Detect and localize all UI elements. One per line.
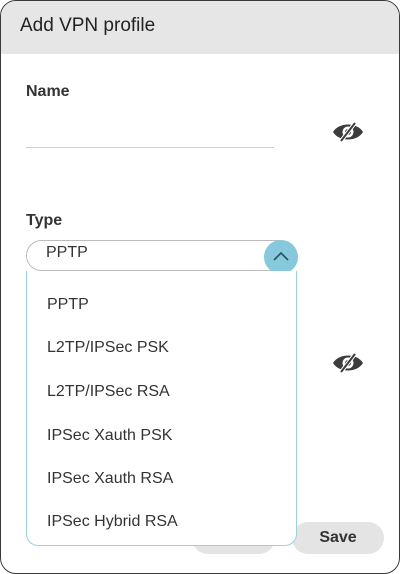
type-selected-value: PPTP xyxy=(46,244,88,261)
dropdown-option-l2tp-ipsec-rsa[interactable]: L2TP/IPSec RSA xyxy=(47,383,170,401)
save-button[interactable]: Save xyxy=(292,522,384,554)
add-vpn-profile-dialog: Add VPN profile Name Type Save PPTP PPTP… xyxy=(0,0,400,574)
type-dropdown-list: PPTP L2TP/IPSec PSK L2TP/IPSec RSA IPSec… xyxy=(26,271,297,546)
name-input[interactable] xyxy=(26,119,274,148)
type-select[interactable]: PPTP xyxy=(26,240,296,271)
dropdown-option-l2tp-ipsec-psk[interactable]: L2TP/IPSec PSK xyxy=(47,339,169,357)
dropdown-option-ipsec-hybrid-rsa[interactable]: IPSec Hybrid RSA xyxy=(47,513,178,531)
dropdown-option-ipsec-xauth-rsa[interactable]: IPSec Xauth RSA xyxy=(47,470,173,488)
dropdown-option-pptp[interactable]: PPTP xyxy=(47,296,89,314)
name-label: Name xyxy=(26,83,70,100)
chevron-up-icon xyxy=(273,251,289,261)
dialog-header: Add VPN profile xyxy=(1,1,399,54)
eye-slash-icon[interactable] xyxy=(331,120,365,144)
dropdown-toggle-button[interactable] xyxy=(264,240,298,274)
type-label: Type xyxy=(26,212,63,229)
dialog-title: Add VPN profile xyxy=(20,15,156,36)
dropdown-option-ipsec-xauth-psk[interactable]: IPSec Xauth PSK xyxy=(47,427,172,445)
eye-slash-icon[interactable] xyxy=(331,351,365,375)
